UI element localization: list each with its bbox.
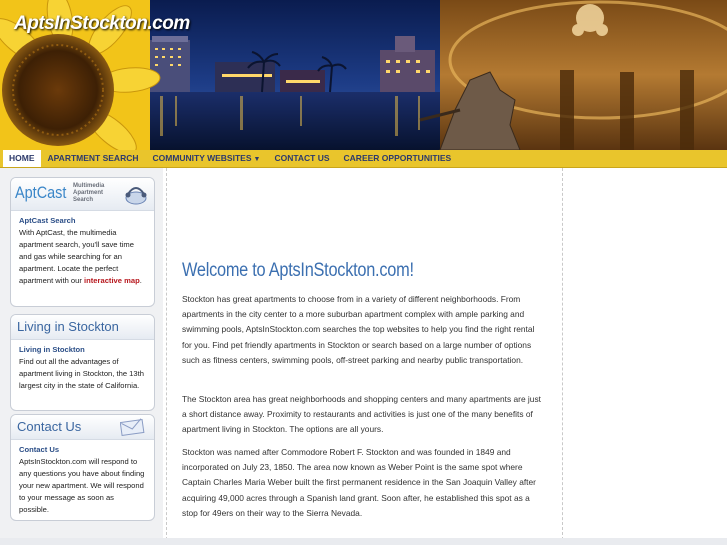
- living-header[interactable]: Living in Stockton: [11, 315, 154, 340]
- tagline-line-3: Search: [73, 197, 94, 203]
- contact-header[interactable]: Contact Us: [11, 415, 154, 440]
- right-column: [563, 168, 727, 545]
- aptcast-logo: AptCast: [15, 183, 67, 202]
- chevron-down-icon: ▼: [253, 156, 261, 163]
- nav-contact-us[interactable]: CONTACT US: [267, 150, 336, 167]
- history-paragraph: Stockton was named after Commodore Rober…: [182, 447, 536, 518]
- nav-community-websites[interactable]: COMMUNITY WEBSITES ▼: [145, 150, 267, 167]
- sidebar: AptCast Multimedia Apartment Search AptC…: [0, 168, 163, 545]
- headset-icon: [125, 187, 147, 205]
- living-title: Living in Stockton: [17, 319, 119, 334]
- contact-subtitle[interactable]: Contact Us: [19, 444, 146, 456]
- page-footer-strip: [0, 538, 727, 545]
- contact-body: Contact Us AptsInStockton.com will respo…: [11, 440, 154, 516]
- aptcast-tagline: Multimedia Apartment Search: [73, 183, 104, 204]
- aptcast-header[interactable]: AptCast Multimedia Apartment Search: [11, 178, 154, 211]
- contact-box: Contact Us Contact Us AptsInStockton.com…: [10, 414, 155, 521]
- envelope-icon: [120, 418, 145, 436]
- nav-community-websites-label: COMMUNITY WEBSITES: [152, 153, 252, 163]
- main-content: Welcome to AptsInStockton.com! Stockton …: [166, 168, 563, 545]
- living-subtitle[interactable]: Living in Stockton: [19, 344, 146, 356]
- main-navigation: HOME APARTMENT SEARCH COMMUNITY WEBSITES…: [0, 150, 727, 168]
- aptcast-body: AptCast Search With AptCast, the multime…: [11, 211, 154, 287]
- living-text: Find out all the advantages of apartment…: [19, 357, 144, 390]
- tagline-line-2: Apartment: [73, 190, 104, 196]
- page-title: Welcome to AptsInStockton.com!: [182, 260, 414, 281]
- tagline-line-1: Multimedia: [73, 183, 105, 189]
- neighborhoods-paragraph: The Stockton area has great neighborhood…: [182, 394, 541, 435]
- site-logo[interactable]: AptsInStockton.com: [14, 13, 190, 35]
- contact-title: Contact Us: [17, 419, 82, 434]
- interactive-map-link[interactable]: interactive map: [84, 276, 140, 285]
- intro-paragraph: Stockton has great apartments to choose …: [182, 294, 535, 365]
- aptcast-box: AptCast Multimedia Apartment Search AptC…: [10, 177, 155, 307]
- header-banner: AptsInStockton.com: [0, 0, 727, 150]
- aptcast-description: With AptCast, the multimedia apartment s…: [19, 227, 146, 287]
- living-body: Living in Stockton Find out all the adva…: [11, 340, 154, 392]
- nav-apartment-search[interactable]: APARTMENT SEARCH: [41, 150, 146, 167]
- living-box: Living in Stockton Living in Stockton Fi…: [10, 314, 155, 411]
- aptcast-subtitle[interactable]: AptCast Search: [19, 215, 146, 227]
- nav-career-opportunities[interactable]: CAREER OPPORTUNITIES: [337, 150, 459, 167]
- nav-home[interactable]: HOME: [3, 150, 41, 167]
- aptcast-period: .: [139, 276, 142, 285]
- contact-text: AptsInStockton.com will respond to any q…: [19, 457, 145, 514]
